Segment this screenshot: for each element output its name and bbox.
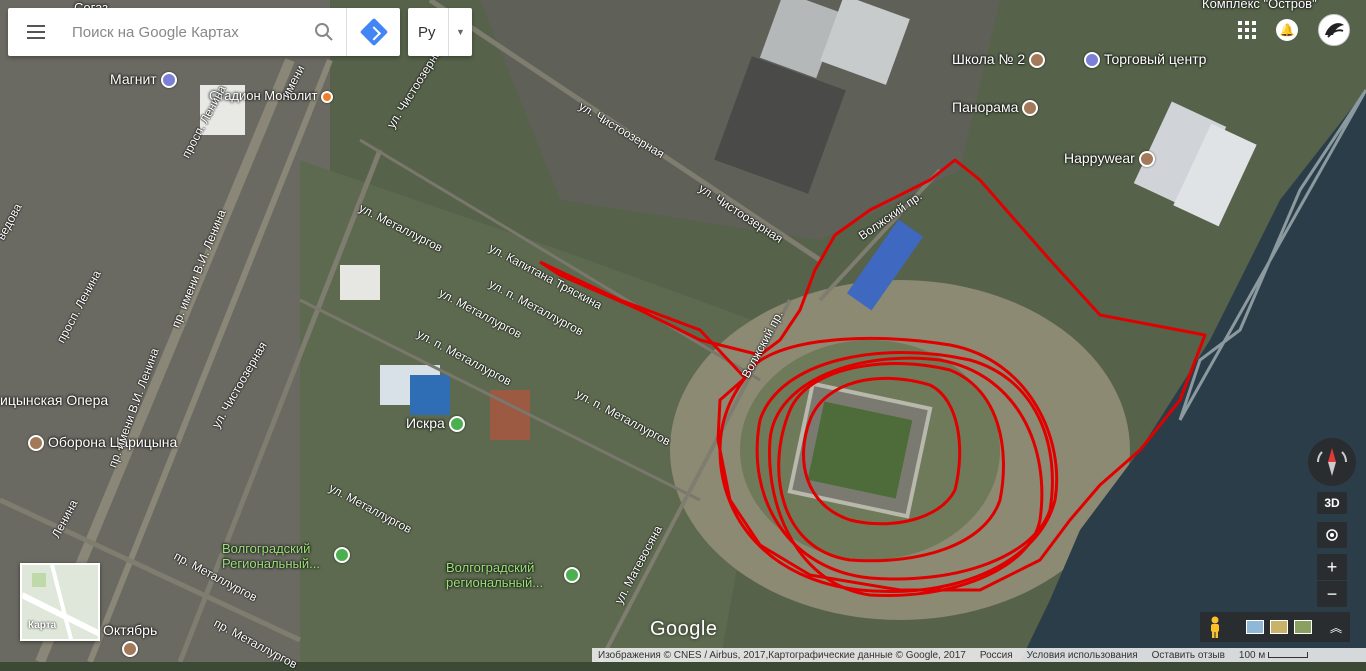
avatar[interactable] [1318,14,1350,46]
map-layer-toggle[interactable]: Карта [20,563,100,641]
place-icon [1022,100,1039,117]
shop-icon [160,72,177,89]
imagery-strip: ︽ [1200,612,1350,642]
pegman-icon[interactable] [1208,616,1222,638]
poi-iskra[interactable]: Искра [406,415,469,433]
compass-icon[interactable] [1308,438,1356,486]
search-box [8,8,400,56]
feedback-link[interactable]: Оставить отзыв [1152,650,1225,661]
caret-down-icon: ▼ [448,8,472,56]
search-input[interactable] [64,8,302,56]
photo-thumbnail[interactable] [1270,620,1288,634]
search-icon[interactable] [302,8,346,56]
poi-mall[interactable]: Торговый центр [1080,51,1206,69]
shop-icon [1138,151,1155,168]
poi-park2[interactable]: Волгоградский региональный... [446,560,566,590]
poi-magnit[interactable]: Магнит [110,71,181,89]
directions-icon[interactable] [346,8,400,56]
zoom-in-button[interactable]: + [1317,554,1347,580]
map-footer: Изображения © CNES / Airbus, 2017,Картог… [592,648,1366,662]
my-location-icon[interactable] [1317,522,1347,548]
language-label: Ру [418,23,436,41]
photo-thumbnail[interactable] [1294,620,1312,634]
poi-oktyabr[interactable]: Октябрь [103,622,157,638]
zoom-out-button[interactable]: − [1317,581,1347,607]
country-link[interactable]: Россия [980,650,1013,661]
language-select[interactable]: Ру ▼ [408,8,472,56]
poi-complex[interactable]: Комплекс "Остров" [1202,0,1317,11]
museum-icon [28,435,44,452]
park-icon [448,416,465,433]
cinema-icon [122,641,138,657]
poi-school[interactable]: Школа № 2 [952,51,1049,69]
park-icon [564,567,580,583]
poi-park1[interactable]: Волгоградский Региональный... [222,541,332,571]
poi-oborona[interactable]: Оборона Царицына [24,434,177,452]
poi-panorama[interactable]: Панорама [952,99,1042,117]
stadium-icon [321,90,334,103]
google-logo: Google [650,618,718,640]
notifications-bell-icon[interactable]: 🔔 [1276,19,1298,41]
tilt-3d-button[interactable]: 3D [1317,492,1347,514]
poi-opera[interactable]: ицынская Опера [0,392,108,408]
expand-up-icon[interactable]: ︽ [1330,619,1342,636]
scale-bar [1268,651,1309,658]
minimap-label: Карта [28,620,57,631]
park-icon [334,547,350,563]
apps-grid-icon[interactable] [1238,21,1256,39]
menu-icon[interactable] [8,8,64,56]
poi-happywear[interactable]: Happywear [1064,150,1159,168]
school-icon [1029,52,1046,69]
terms-link[interactable]: Условия использования [1027,650,1138,661]
scale-label[interactable]: 100 м [1239,650,1309,661]
mall-icon [1084,52,1100,69]
photo-thumbnail[interactable] [1246,620,1264,634]
attribution-text: Изображения © CNES / Airbus, 2017,Картог… [598,649,966,661]
